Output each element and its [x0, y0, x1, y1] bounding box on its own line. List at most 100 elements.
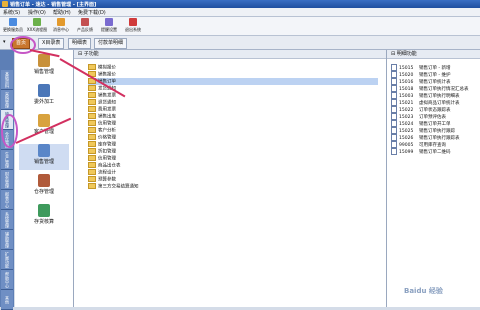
tab-payment-detail[interactable]: 付款单明细 [94, 38, 128, 49]
folder-icon [88, 106, 96, 112]
sales-icon [38, 54, 50, 67]
exit-button[interactable]: 退出系统 [122, 18, 144, 34]
folder-item[interactable]: 流程设计 [88, 169, 116, 176]
detail-item[interactable]: 15021 虚拟商品订单统计表 [391, 99, 477, 106]
detail-item[interactable]: 15016 销售订单统计表 [391, 78, 477, 85]
folder-item[interactable]: 销售订单 [88, 78, 378, 85]
detail-item[interactable]: 15003 销售订单执行明细表 [391, 92, 477, 99]
folder-item[interactable]: 客户分析 [88, 127, 116, 134]
vtab-extension[interactable]: 扩展功能 [1, 250, 13, 270]
document-icon [391, 127, 397, 134]
folder-label: 销售报价 [98, 72, 116, 78]
document-icon [391, 85, 397, 92]
detail-item[interactable]: 15022 订单状态跟踪表 [391, 106, 477, 113]
detail-panel: ⊟ 明细功能 15015 销售订单 - 新增 15020 销售订单 - 维护 15016… [387, 50, 480, 307]
detail-item[interactable]: 15026 销售订单执行跟踪表 [391, 134, 477, 141]
customer-icon [38, 114, 50, 127]
app-icon [2, 1, 8, 7]
folder-label: 商品出仓表 [98, 163, 121, 169]
feedback-icon [81, 18, 89, 26]
folder-label: 销售出库 [98, 114, 116, 120]
collapse-icon[interactable]: ⊟ [78, 51, 82, 57]
folder-label: 信用管理 [98, 121, 116, 127]
detail-item[interactable]: 15015 销售订单 - 新增 [391, 64, 477, 71]
folder-item[interactable]: 库存管理 [88, 141, 116, 148]
folder-label: 价格管理 [98, 135, 116, 141]
folder-item[interactable]: 第三方交易结算通知 [88, 183, 139, 190]
subfunction-panel: ⊟ 子功能 模拟报价 销售报价 销售订单 发货通知 销售发票 退货通知 费用发票 销售出库 信用… [74, 50, 387, 307]
reminder-settings-button[interactable]: 提醒设置 [98, 18, 120, 34]
window-title: 销售订单 - 速达 - 销售管理 - [主界面] [10, 2, 97, 8]
detail-item[interactable]: 15018 销售订单执行情况汇总表 [391, 85, 477, 92]
tab-bar: ▾ 首页 X目录表 明细表 付款单明细 [0, 36, 480, 50]
document-icon [391, 106, 397, 113]
watermark: Baidu 经验 [404, 287, 443, 295]
module-column: 销售管理 委外加工 客户管理 销售管理 仓存管理 存货核算 [15, 50, 74, 307]
folder-item[interactable]: 信用管理 [88, 155, 116, 162]
vtab-aux[interactable]: 辅助管理 [1, 230, 13, 250]
detail-item[interactable]: 15025 销售订单执行跟踪 [391, 127, 477, 134]
tab-catalog[interactable]: X目录表 [38, 38, 65, 49]
message-center-button[interactable]: 消息中心 [50, 18, 72, 34]
vtab-purchase[interactable]: 采购管理 [1, 90, 13, 110]
folder-item[interactable]: 预算参数 [88, 176, 116, 183]
folder-item[interactable]: 模拟报价 [88, 64, 116, 71]
folder-label: 第三方交易结算通知 [98, 184, 139, 190]
menu-download[interactable]: 免费下载(D) [78, 9, 106, 16]
inventory-icon [38, 204, 50, 217]
folder-label: 折扣管理 [98, 149, 116, 155]
menu-help[interactable]: 帮助(H) [53, 9, 71, 16]
collapse-icon[interactable]: ⊟ [391, 51, 395, 57]
feedback-button[interactable]: 产品反馈 [74, 18, 96, 34]
folder-label: 模拟报价 [98, 65, 116, 71]
vtab-reports[interactable]: 报表中心 [1, 190, 13, 210]
vtab-system[interactable]: 系统管理 [1, 210, 13, 230]
vtab-help[interactable]: 帮助中心 [1, 270, 13, 290]
outsource-icon [38, 84, 50, 97]
module-outsource[interactable]: 委外加工 [19, 84, 69, 110]
flowchart-icon [33, 18, 41, 26]
folder-icon [88, 148, 96, 154]
chevron-down-icon[interactable]: ▾ [3, 39, 6, 45]
folder-item[interactable]: 费用发票 [88, 106, 116, 113]
folder-icon [88, 134, 96, 140]
folder-item[interactable]: 销售发票 [88, 92, 116, 99]
document-icon [391, 141, 397, 148]
category-tabs: 基础资料 采购管理 销售管理 仓存管理 生产管理 财务管理 报表中心 系统管理 … [0, 50, 14, 310]
folder-icon [88, 162, 96, 168]
module-warehouse[interactable]: 仓存管理 [19, 174, 69, 200]
folder-item[interactable]: 价格管理 [88, 134, 116, 141]
vtab-other[interactable]: 其他 [1, 290, 13, 310]
module-sales-management[interactable]: 销售管理 [19, 144, 69, 170]
folder-item[interactable]: 退货通知 [88, 99, 116, 106]
tab-detail[interactable]: 明细表 [68, 38, 92, 49]
document-icon [391, 134, 397, 141]
folder-item[interactable]: 商品出仓表 [88, 162, 121, 169]
folder-icon [88, 113, 96, 119]
folder-icon [88, 120, 96, 126]
folder-icon [88, 92, 96, 98]
folder-item[interactable]: 折扣管理 [88, 148, 116, 155]
change-user-button[interactable]: 更换服务员 [2, 18, 24, 34]
module-inventory[interactable]: 存货核算 [19, 204, 69, 230]
detail-item[interactable]: 15099 销售订单二维码 [391, 148, 477, 155]
document-icon [391, 113, 397, 120]
folder-label: 客户分析 [98, 128, 116, 134]
flowchart-button[interactable]: XXX流程图 [26, 18, 48, 34]
menu-operation[interactable]: 操作(O) [28, 9, 46, 16]
folder-item[interactable]: 信用管理 [88, 120, 116, 127]
vtab-basic[interactable]: 基础资料 [1, 70, 13, 90]
detail-item[interactable]: 99005 可用库存查询 [391, 141, 477, 148]
exit-icon [129, 18, 137, 26]
detail-item[interactable]: 15023 订单预评估表 [391, 113, 477, 120]
vtab-finance[interactable]: 财务管理 [1, 170, 13, 190]
vtab-production[interactable]: 生产管理 [1, 150, 13, 170]
detail-item[interactable]: 15020 销售订单 - 维护 [391, 71, 477, 78]
folder-icon [88, 183, 96, 189]
toolbar: 更换服务员 XXX流程图 消息中心 产品反馈 提醒设置 退出系统 [0, 17, 480, 36]
menu-system[interactable]: 系统(S) [3, 9, 20, 16]
document-icon [391, 78, 397, 85]
user-switch-icon [9, 18, 17, 26]
folder-item[interactable]: 销售出库 [88, 113, 116, 120]
detail-item[interactable]: 15024 销售订单开工单 [391, 120, 477, 127]
